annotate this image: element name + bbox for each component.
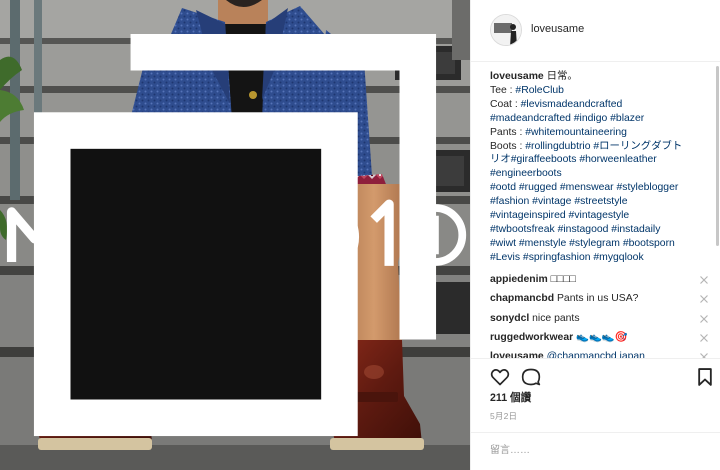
hashtag-link[interactable]: リオ#giraffeeboots #horweenleather [490, 154, 657, 165]
add-comment-area [471, 432, 720, 470]
comment-text: 👟👟👟🎯 [573, 332, 628, 343]
caption-line: #twbootsfreak #instagood #instadaily [490, 223, 712, 237]
comment-username[interactable]: chapmancbd [490, 293, 554, 304]
comment-text: nice pants [529, 313, 580, 324]
post-caption: loveusame 日常。 Tee : #RoleClub Coat : #levi… [490, 70, 712, 265]
carousel-icon [33, 33, 437, 437]
hashtag-link[interactable]: #twbootsfreak #instagood #instadaily [490, 224, 660, 235]
post-header: loveusame [471, 0, 720, 62]
comment-row: appiedenim □□□□ [490, 272, 712, 288]
comment-text: □□□□ [547, 274, 576, 285]
comment-row: sonydcl nice pants [490, 311, 712, 327]
scrollbar-thumb[interactable] [716, 66, 719, 246]
caption-line: #ootd #rugged #menswear #styleblogger [490, 181, 712, 195]
caption-line: #Levis #springfashion #mygqlook [490, 251, 712, 265]
header-username[interactable]: loveusame [531, 23, 584, 35]
caption-line: Pants : #whitemountaineering [490, 126, 712, 140]
caption-text: Pants : [490, 126, 526, 138]
avatar[interactable] [490, 14, 522, 46]
comment-username[interactable]: ruggedworkwear [490, 332, 573, 343]
hashtag-link[interactable]: #ootd #rugged #menswear #styleblogger [490, 182, 678, 193]
comments-scrollbar[interactable] [716, 64, 719, 358]
comment-username[interactable]: loveusame [490, 351, 544, 358]
hashtag-link[interactable]: #Levis #springfashion #mygqlook [490, 252, 644, 263]
hashtag-link[interactable]: #RoleClub [515, 85, 564, 96]
post-photo[interactable] [0, 0, 470, 470]
caption-text: Boots : [490, 140, 526, 152]
comment-row: ruggedworkwear 👟👟👟🎯 [490, 330, 712, 346]
caption-username[interactable]: loveusame [490, 71, 544, 82]
comment-row: loveusame @chapmancbd japan [490, 349, 712, 358]
caption-line: #wiwt #menstyle #stylegram #bootsporn [490, 237, 712, 251]
caption-text: 日常。 [543, 71, 578, 82]
caption-line: #engineerboots [490, 167, 712, 181]
hashtag-link[interactable]: #wiwt #menstyle #stylegram #bootsporn [490, 238, 675, 249]
hashtag-link[interactable]: #levismadeandcrafted [521, 99, 623, 110]
comment-username[interactable]: sonydcl [490, 313, 529, 324]
caption-line: #fashion #vintage #streetstyle [490, 195, 712, 209]
close-icon[interactable] [700, 276, 708, 284]
post-sidebar: loveusame loveusame 日常。 Tee : #RoleClub Co… [470, 0, 720, 470]
hashtag-link[interactable]: #whitemountaineering [525, 127, 627, 138]
caption-line: loveusame 日常。 [490, 70, 712, 84]
close-icon[interactable] [700, 295, 708, 303]
hashtag-link[interactable]: #fashion #vintage #streetstyle [490, 196, 627, 207]
comment-row: chapmancbd Pants in us USA? [490, 291, 712, 307]
caption-line: Boots : #rollingdubtrio #ローリングダブト [490, 140, 712, 154]
comment-username[interactable]: appiedenim [490, 274, 548, 285]
caption-line: #madeandcrafted #indigo #blazer [490, 112, 712, 126]
caption-text: Coat : [490, 98, 521, 110]
caption-text: Tee : [490, 84, 516, 96]
caption-line: #vintageinspired #vintagestyle [490, 209, 712, 223]
close-icon[interactable] [700, 315, 708, 323]
hashtag-link[interactable]: #madeandcrafted #indigo #blazer [490, 113, 644, 124]
caption-line: リオ#giraffeeboots #horweenleather [490, 153, 712, 167]
hashtag-link[interactable]: #engineerboots [490, 168, 562, 179]
caption-line: Coat : #levismadeandcrafted [490, 98, 712, 112]
hashtag-link[interactable]: #rollingdubtrio #ローリングダブト [525, 141, 682, 152]
post-date[interactable]: 5月2日 [490, 410, 517, 422]
mention-link[interactable]: @chapmancbd japan [547, 351, 645, 358]
speech-bubble-icon[interactable] [521, 367, 541, 387]
comment-input[interactable] [490, 442, 700, 458]
hashtag-link[interactable]: #vintageinspired #vintagestyle [490, 210, 629, 221]
likes-count[interactable]: 211 個讚 [490, 390, 531, 405]
heart-outline-icon[interactable] [490, 367, 510, 387]
bookmark-icon[interactable] [695, 367, 715, 387]
caption-line: Tee : #RoleClub [490, 84, 712, 98]
comments-list[interactable]: loveusame 日常。 Tee : #RoleClub Coat : #levi… [471, 68, 717, 358]
comment-text: Pants in us USA? [554, 293, 639, 304]
close-icon[interactable] [700, 334, 708, 342]
